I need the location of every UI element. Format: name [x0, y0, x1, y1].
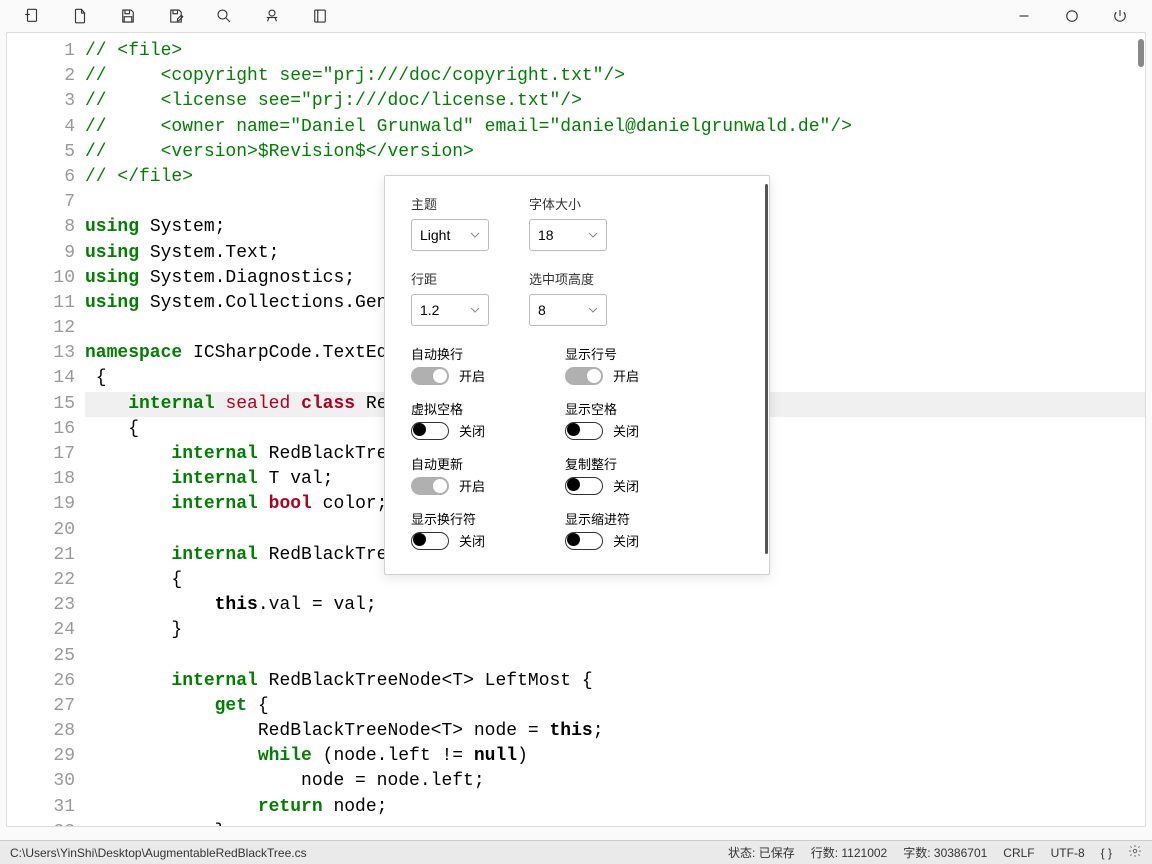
lineheight-label: 行距: [411, 269, 489, 288]
toolbar-left: [8, 0, 344, 32]
code-line[interactable]: // <owner name="Daniel Grunwald" email="…: [85, 115, 1145, 140]
copyline-label: 复制整行: [565, 454, 639, 473]
code-line[interactable]: }: [85, 618, 1145, 643]
linenum-toggle[interactable]: [565, 367, 603, 385]
copyline-state: 关闭: [613, 476, 639, 495]
save-icon[interactable]: [104, 0, 152, 32]
virtspace-state: 关闭: [459, 421, 485, 440]
theme-select[interactable]: Light: [411, 219, 489, 251]
showindent-label: 显示缩进符: [565, 509, 639, 528]
showlinebreak-state: 关闭: [459, 531, 485, 550]
toolbar-right: [1000, 0, 1144, 32]
code-line[interactable]: }: [85, 820, 1145, 827]
wrap-toggle[interactable]: [411, 367, 449, 385]
showlinebreak-toggle[interactable]: [411, 532, 449, 550]
chevron-down-icon: [588, 230, 598, 240]
selheight-label: 选中项高度: [529, 269, 607, 288]
code-line[interactable]: get {: [85, 694, 1145, 719]
code-line[interactable]: return node;: [85, 795, 1145, 820]
showindent-state: 关闭: [613, 531, 639, 550]
code-line[interactable]: internal RedBlackTreeNode<T> LeftMost {: [85, 669, 1145, 694]
linenum-label: 显示行号: [565, 344, 639, 363]
lineheight-select[interactable]: 1.2: [411, 294, 489, 326]
lineheight-value: 1.2: [420, 302, 439, 318]
new-file-icon[interactable]: [8, 0, 56, 32]
code-line[interactable]: // <file>: [85, 39, 1145, 64]
code-line[interactable]: RedBlackTreeNode<T> node = this;: [85, 719, 1145, 744]
autoupdate-state: 开启: [459, 476, 485, 495]
selheight-value: 8: [538, 302, 546, 318]
autoupdate-label: 自动更新: [411, 454, 485, 473]
translate-icon[interactable]: [248, 0, 296, 32]
linenum-state: 开启: [613, 366, 639, 385]
fontsize-select[interactable]: 18: [529, 219, 607, 251]
maximize-icon[interactable]: [1048, 0, 1096, 32]
selheight-select[interactable]: 8: [529, 294, 607, 326]
chevron-down-icon: [588, 305, 598, 315]
showspace-toggle[interactable]: [565, 422, 603, 440]
code-line[interactable]: [85, 644, 1145, 669]
encoding-seg[interactable]: UTF-8: [1051, 846, 1085, 860]
book-icon[interactable]: [296, 0, 344, 32]
virtspace-label: 虚拟空格: [411, 399, 485, 418]
eol-seg[interactable]: CRLF: [1003, 846, 1034, 860]
code-line[interactable]: node = node.left;: [85, 769, 1145, 794]
statusbar: C:\Users\YinShi\Desktop\AugmentableRedBl…: [0, 840, 1152, 864]
minimize-icon[interactable]: [1000, 0, 1048, 32]
showindent-toggle[interactable]: [565, 532, 603, 550]
bracket-seg[interactable]: { }: [1101, 846, 1112, 860]
showspace-state: 关闭: [613, 421, 639, 440]
settings-panel: 主题 Light 字体大小 18 行距 1.2 选中项高度 8: [384, 175, 770, 575]
autoupdate-toggle[interactable]: [411, 477, 449, 495]
scrollbar-vertical[interactable]: [1138, 39, 1144, 67]
code-line[interactable]: // <copyright see="prj:///doc/copyright.…: [85, 64, 1145, 89]
chevron-down-icon: [470, 305, 480, 315]
chevron-down-icon: [470, 230, 480, 240]
power-icon[interactable]: [1096, 0, 1144, 32]
save-as-icon[interactable]: [152, 0, 200, 32]
file-path: C:\Users\YinShi\Desktop\AugmentableRedBl…: [10, 846, 307, 860]
wrap-label: 自动换行: [411, 344, 485, 363]
code-line[interactable]: // <license see="prj:///doc/license.txt"…: [85, 89, 1145, 114]
theme-value: Light: [420, 227, 450, 243]
chars-seg: 字数: 30386701: [903, 844, 987, 861]
settings-scrollbar[interactable]: [765, 184, 768, 554]
code-line[interactable]: this.val = val;: [85, 593, 1145, 618]
search-icon[interactable]: [200, 0, 248, 32]
showlinebreak-label: 显示换行符: [411, 509, 485, 528]
copyline-toggle[interactable]: [565, 477, 603, 495]
showspace-label: 显示空格: [565, 399, 639, 418]
fontsize-value: 18: [538, 227, 554, 243]
virtspace-toggle[interactable]: [411, 422, 449, 440]
code-line[interactable]: // <version>$Revision$</version>: [85, 140, 1145, 165]
open-file-icon[interactable]: [56, 0, 104, 32]
theme-label: 主题: [411, 194, 489, 213]
wrap-state: 开启: [459, 366, 485, 385]
fontsize-label: 字体大小: [529, 194, 607, 213]
line-gutter: 1234567891011121314151617181920212223242…: [7, 39, 85, 827]
status-seg: 状态: 已保存: [728, 844, 795, 861]
toolbar: [0, 0, 1152, 32]
settings-icon[interactable]: [1128, 844, 1142, 861]
code-line[interactable]: while (node.left != null): [85, 744, 1145, 769]
lines-seg: 行数: 1121002: [811, 844, 888, 861]
